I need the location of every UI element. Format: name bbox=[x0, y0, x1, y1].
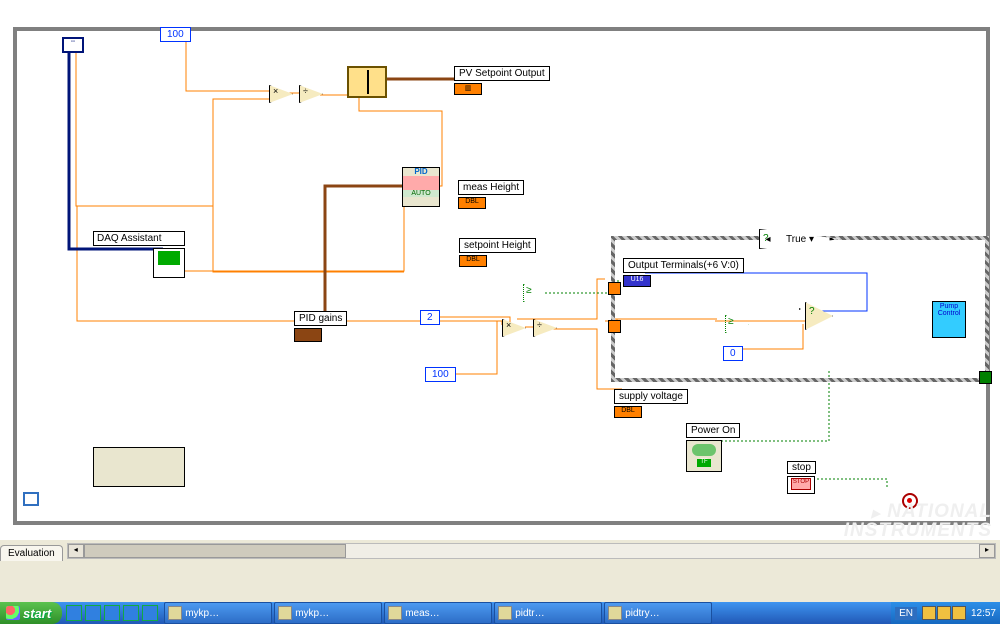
output-terminals-indicator: Output Terminals(+6 V:0) U16 bbox=[623, 258, 744, 287]
const-0: 0 bbox=[723, 346, 743, 361]
divide-node-b[interactable] bbox=[533, 319, 557, 337]
stop-btn-text: STOP bbox=[791, 478, 811, 490]
power-on-control[interactable]: Power On TF bbox=[686, 423, 740, 472]
loop-stop-terminal[interactable] bbox=[902, 493, 918, 509]
tray-icon-3[interactable] bbox=[952, 606, 966, 620]
case-selector[interactable]: ◂ True ▾ ▸ bbox=[759, 229, 841, 249]
tray-icon-2[interactable] bbox=[937, 606, 951, 620]
bottom-tab-row: Evaluation ◂ ▸ bbox=[0, 540, 1000, 562]
daq-assistant-block[interactable]: DAQ Assistant bbox=[93, 231, 185, 278]
stop-label: stop bbox=[787, 461, 816, 474]
ql-ie-icon[interactable] bbox=[66, 605, 82, 621]
pid-gains-control[interactable]: PID gains bbox=[294, 311, 347, 342]
evaluation-tab[interactable]: Evaluation bbox=[0, 545, 63, 561]
windows-taskbar: start mykp… mykp… meas… pidtr… pidtry… E… bbox=[0, 602, 1000, 624]
grey-gap bbox=[0, 562, 1000, 602]
task-meas[interactable]: meas… bbox=[384, 602, 492, 624]
clock[interactable]: 12:57 bbox=[971, 608, 996, 619]
divide-node-a[interactable] bbox=[299, 85, 323, 103]
meas-height-label: meas Height bbox=[458, 180, 524, 195]
multiply-node-b[interactable] bbox=[502, 319, 526, 337]
pid-vi-b: AUTO bbox=[403, 190, 439, 197]
task-mykp2[interactable]: mykp… bbox=[274, 602, 382, 624]
select-node[interactable] bbox=[805, 302, 833, 330]
horizontal-scrollbar[interactable]: ◂ ▸ bbox=[67, 543, 996, 559]
task-pidtry[interactable]: pidtry… bbox=[604, 602, 712, 624]
autoindex-tunnel: ▫▫ bbox=[62, 37, 84, 53]
supply-voltage-label: supply voltage bbox=[614, 389, 688, 404]
pv-setpoint-output-indicator: PV Setpoint Output ▥ bbox=[454, 66, 550, 95]
case-tunnel-bool-out bbox=[979, 371, 992, 384]
ql-mail-icon[interactable] bbox=[85, 605, 101, 621]
pid-vi-h: PID bbox=[403, 168, 439, 176]
pv-setpoint-output-label: PV Setpoint Output bbox=[454, 66, 550, 81]
system-tray: EN 12:57 bbox=[891, 602, 1000, 624]
const-100-b: 100 bbox=[425, 367, 456, 382]
scroll-left-icon[interactable]: ◂ bbox=[68, 544, 84, 558]
scroll-right-icon[interactable]: ▸ bbox=[979, 544, 995, 558]
power-on-label: Power On bbox=[686, 423, 740, 438]
pump-control-indicator: Pump Control bbox=[932, 301, 966, 338]
supply-voltage-indicator: supply voltage DBL bbox=[614, 389, 688, 418]
const-2: 2 bbox=[420, 310, 440, 325]
tray-icon-1[interactable] bbox=[922, 606, 936, 620]
quick-launch bbox=[62, 602, 162, 624]
ge-compare-node-case[interactable] bbox=[725, 315, 749, 333]
pid-autotune-vi[interactable]: PID AUTO bbox=[402, 167, 440, 207]
pid-gains-label: PID gains bbox=[294, 311, 347, 326]
ge-compare-node[interactable] bbox=[523, 284, 547, 302]
build-array-node[interactable] bbox=[347, 66, 387, 98]
scroll-thumb[interactable] bbox=[84, 544, 346, 558]
start-button[interactable]: start bbox=[0, 602, 62, 624]
case-tunnel-sel bbox=[608, 282, 621, 295]
case-tunnel-in1 bbox=[608, 320, 621, 333]
case-next-icon[interactable]: ▸ bbox=[824, 234, 840, 245]
meas-height-indicator: meas Height DBL bbox=[458, 180, 524, 209]
output-terminals-label: Output Terminals(+6 V:0) bbox=[623, 258, 744, 273]
case-selector-label: True ▾ bbox=[776, 234, 824, 245]
ql-app-icon[interactable] bbox=[142, 605, 158, 621]
stop-control[interactable]: stop STOP bbox=[787, 461, 816, 494]
loop-iteration-terminal bbox=[23, 492, 39, 506]
while-loop-border: ▫▫ 100 PV Setpoint Output ▥ DAQ Assistan… bbox=[13, 27, 990, 525]
task-buttons: mykp… mykp… meas… pidtr… pidtry… bbox=[162, 602, 891, 624]
const-100-a: 100 bbox=[160, 27, 191, 42]
daq-assistant-label: DAQ Assistant bbox=[93, 231, 185, 246]
setpoint-height-label: setpoint Height bbox=[459, 238, 536, 253]
pump-control-label: Pump Control bbox=[938, 303, 961, 317]
setpoint-height-indicator: setpoint Height DBL bbox=[459, 238, 536, 267]
ql-vlc-icon[interactable] bbox=[123, 605, 139, 621]
case-prev-icon[interactable]: ◂ bbox=[760, 234, 776, 245]
multiply-node-a[interactable] bbox=[269, 85, 293, 103]
language-indicator[interactable]: EN bbox=[895, 607, 917, 620]
ql-desktop-icon[interactable] bbox=[104, 605, 120, 621]
task-mykp1[interactable]: mykp… bbox=[164, 602, 272, 624]
task-pidtr[interactable]: pidtr… bbox=[494, 602, 602, 624]
